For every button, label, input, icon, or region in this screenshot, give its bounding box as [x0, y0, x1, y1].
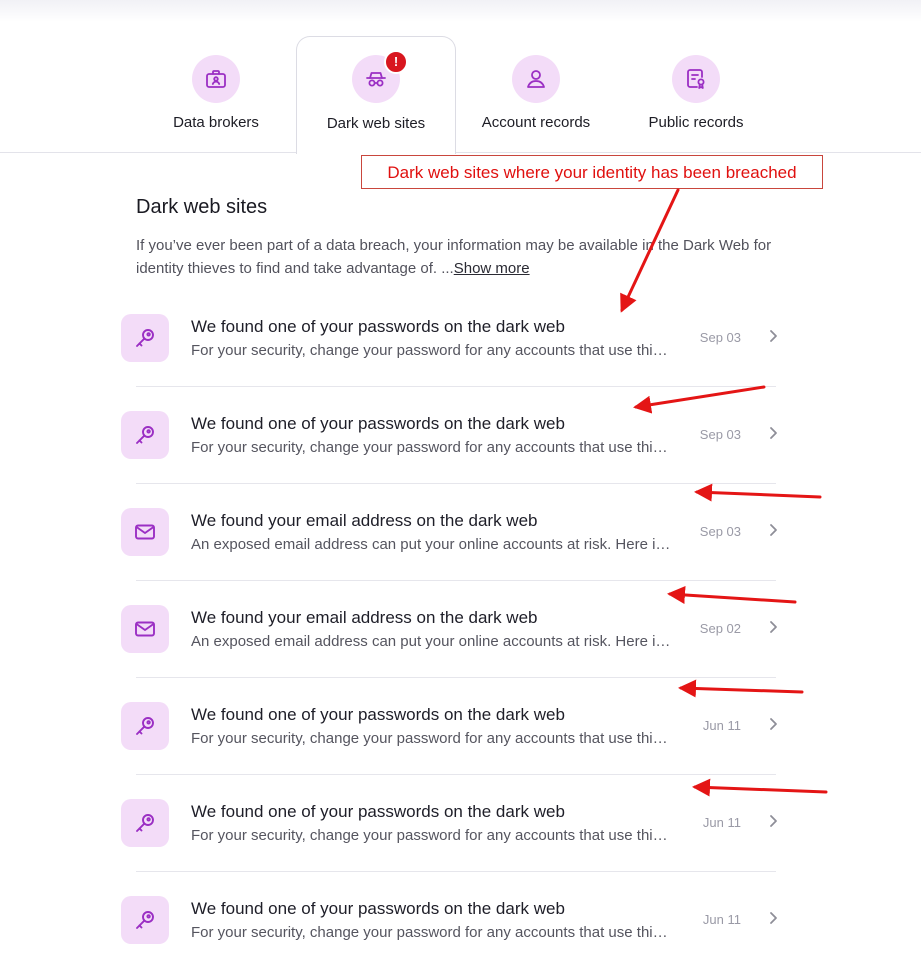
- row-subtitle: For your security, change your password …: [191, 924, 675, 941]
- row-subtitle: An exposed email address can put your on…: [191, 536, 675, 553]
- tab-label: Data brokers: [173, 114, 259, 131]
- row-subtitle: An exposed email address can put your on…: [191, 633, 675, 650]
- row-date: Jun 11: [702, 912, 741, 927]
- row-title: We found one of your passwords on the da…: [191, 705, 565, 724]
- list-item[interactable]: We found your email address on the dark …: [121, 581, 781, 678]
- row-date: Jun 11: [702, 815, 741, 830]
- annotation-callout: Dark web sites where your identity has b…: [361, 155, 823, 189]
- row-subtitle: For your security, change your password …: [191, 342, 675, 359]
- row-title: We found one of your passwords on the da…: [191, 317, 565, 336]
- mail-icon: [121, 605, 169, 653]
- row-date: Sep 02: [699, 621, 741, 636]
- tabs-divider: [0, 152, 921, 153]
- tab-data-brokers[interactable]: Data brokers: [136, 36, 296, 153]
- list-item[interactable]: We found your email address on the dark …: [121, 484, 781, 581]
- mail-icon: [121, 508, 169, 556]
- chevron-right-icon: [770, 427, 777, 439]
- chevron-right-icon: [770, 718, 777, 730]
- show-more-link[interactable]: Show more: [454, 260, 530, 277]
- briefcase-icon: [192, 55, 240, 103]
- chevron-right-icon: [770, 524, 777, 536]
- row-subtitle: For your security, change your password …: [191, 439, 675, 456]
- tab-dark-web-sites[interactable]: ! Dark web sites: [296, 36, 456, 154]
- key-icon: [121, 314, 169, 362]
- row-date: Jun 11: [702, 718, 741, 733]
- chevron-right-icon: [770, 912, 777, 924]
- tab-public-records[interactable]: Public records: [616, 36, 776, 153]
- key-icon: [121, 799, 169, 847]
- alert-badge: !: [384, 50, 408, 74]
- row-date: Sep 03: [699, 427, 741, 442]
- chevron-right-icon: [770, 330, 777, 342]
- top-bar: [0, 0, 921, 22]
- section-title: Dark web sites: [136, 196, 268, 218]
- row-subtitle: For your security, change your password …: [191, 730, 675, 747]
- row-subtitle: For your security, change your password …: [191, 827, 675, 844]
- row-title: We found one of your passwords on the da…: [191, 414, 565, 433]
- chevron-right-icon: [770, 621, 777, 633]
- row-date: Sep 03: [699, 330, 741, 345]
- tab-label: Dark web sites: [326, 115, 426, 132]
- row-title: We found one of your passwords on the da…: [191, 899, 565, 918]
- key-icon: [121, 702, 169, 750]
- list-item[interactable]: We found one of your passwords on the da…: [121, 872, 781, 966]
- section-description: If you’ve ever been part of a data breac…: [136, 234, 786, 280]
- key-icon: [121, 411, 169, 459]
- key-icon: [121, 896, 169, 944]
- tab-label: Account records: [481, 114, 591, 131]
- row-title: We found your email address on the dark …: [191, 511, 538, 530]
- certificate-icon: [672, 55, 720, 103]
- chevron-right-icon: [770, 815, 777, 827]
- row-title: We found your email address on the dark …: [191, 608, 538, 627]
- tab-label: Public records: [648, 114, 744, 131]
- list-item[interactable]: We found one of your passwords on the da…: [121, 775, 781, 872]
- list-item[interactable]: We found one of your passwords on the da…: [121, 678, 781, 775]
- list-item[interactable]: We found one of your passwords on the da…: [121, 387, 781, 484]
- row-date: Sep 03: [699, 524, 741, 539]
- person-icon: [512, 55, 560, 103]
- tab-account-records[interactable]: Account records: [456, 36, 616, 153]
- list-item[interactable]: We found one of your passwords on the da…: [121, 290, 781, 387]
- row-title: We found one of your passwords on the da…: [191, 802, 565, 821]
